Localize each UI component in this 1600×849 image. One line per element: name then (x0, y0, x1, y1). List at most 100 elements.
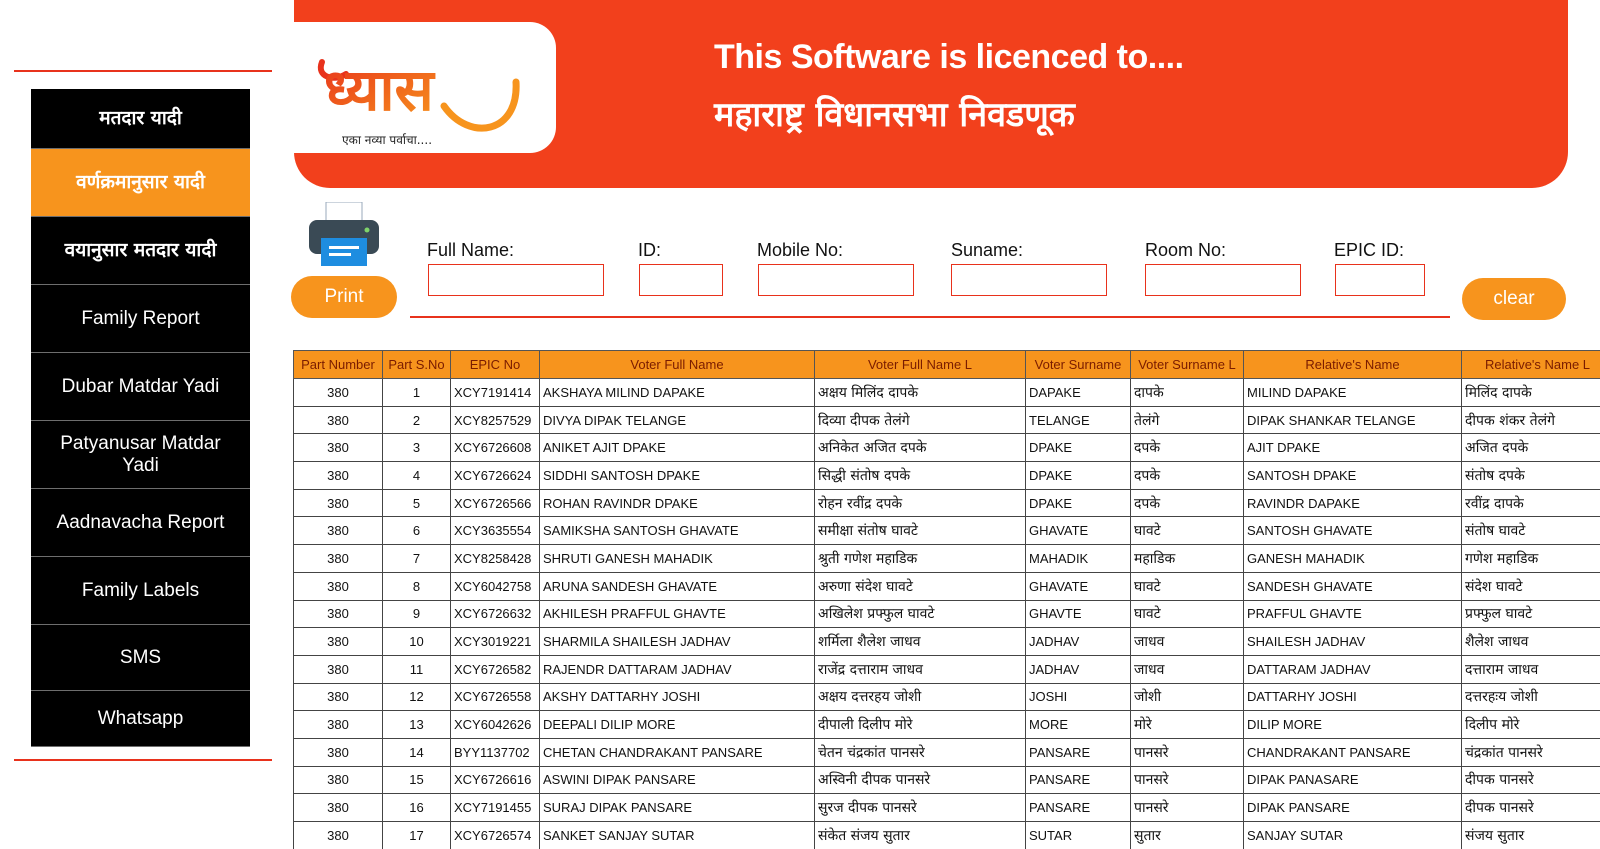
table-cell: 380 (293, 793, 383, 822)
table-cell: शैलेश जाधव (1461, 627, 1600, 656)
sidebar-item-vayanusar-matdar-yadi[interactable]: वयानुसार मतदार यादी (31, 217, 250, 285)
table-cell: रवींद्र दापके (1461, 488, 1600, 518)
table-cell: 1 (382, 378, 451, 407)
table-cell: ANIKET AJIT DPAKE (539, 433, 815, 463)
table-row[interactable]: 380 16 XCY7191455 SURAJ DIPAK PANSARE सुरज द… (293, 793, 1600, 822)
table-cell: दिलीप मोरे (1461, 710, 1600, 739)
table-cell: अक्षय मिलिंद दापके (814, 378, 1026, 407)
table-cell: BYY1137702 (450, 737, 540, 767)
table-cell: DAPAKE (1025, 378, 1131, 407)
table-row[interactable]: 380 4 XCY6726624 SIDDHI SANTOSH DPAKE सिद्धी… (293, 461, 1600, 490)
table-cell: संदेश घावटे (1461, 571, 1600, 601)
sidebar-item-sms[interactable]: SMS (31, 625, 250, 691)
table-cell: अखिलेश प्रफ्फुल घावटे (814, 599, 1026, 629)
table-cell: घावटे (1130, 516, 1244, 546)
surname-input[interactable] (951, 264, 1107, 296)
table-cell: XCY7191414 (450, 378, 540, 407)
table-cell: दीपक शंकर तेलंगे (1461, 405, 1600, 435)
table-cell: 380 (293, 765, 383, 795)
sidebar-item-matdar-yadi[interactable]: मतदार यादी (31, 89, 250, 149)
column-header[interactable]: Part Number (293, 350, 383, 379)
table-cell: 380 (293, 488, 383, 518)
mobile-input[interactable] (758, 264, 914, 296)
table-cell: PRAFFUL GHAVTE (1243, 599, 1462, 629)
id-input[interactable] (639, 264, 723, 296)
table-row[interactable]: 380 9 XCY6726632 AKHILESH PRAFFUL GHAVTE अखि… (293, 599, 1600, 629)
table-cell: 17 (382, 821, 451, 849)
table-row[interactable]: 380 11 XCY6726582 RAJENDR DATTARAM JADHAV रा… (293, 654, 1600, 684)
licensee-name: महाराष्ट्र विधानसभा निवडणूक (714, 95, 1075, 135)
sidebar-item-label: वर्णक्रमानुसार यादी (76, 171, 205, 193)
sidebar-item-family-report[interactable]: Family Report (31, 285, 250, 353)
printer-icon[interactable] (309, 201, 379, 268)
sidebar-item-whatsapp[interactable]: Whatsapp (31, 691, 250, 747)
table-cell: सुरज दीपक पानसरे (814, 793, 1026, 822)
table-cell: RAVINDR DAPAKE (1243, 488, 1462, 518)
column-header[interactable]: Relative's Name (1243, 350, 1462, 379)
table-cell: मिलिंद दापके (1461, 378, 1600, 407)
voter-table-container[interactable]: Part Number Part S.No EPIC No Voter Full Na… (293, 350, 1600, 849)
sidebar-item-patyanusar-matdar-yadi[interactable]: Patyanusar Matdar Yadi (31, 421, 250, 489)
table-cell: GANESH MAHADIK (1243, 544, 1462, 573)
mobile-label: Mobile No: (757, 240, 844, 260)
table-cell: 380 (293, 461, 383, 490)
table-row[interactable]: 380 10 XCY3019221 SHARMILA SHAILESH JADHAV श… (293, 627, 1600, 656)
table-cell: दपके (1130, 488, 1244, 518)
table-cell: राजेंद्र दत्ताराम जाधव (814, 654, 1026, 684)
logo-text: ध्यास (324, 56, 435, 124)
sidebar-item-varnakramanusar-yadi[interactable]: वर्णक्रमानुसार यादी (31, 149, 250, 217)
table-cell: 13 (382, 710, 451, 739)
table-row[interactable]: 380 5 XCY6726566 ROHAN RAVINDR DPAKE रोहन रव… (293, 488, 1600, 518)
sidebar-item-aadnavacha-report[interactable]: Aadnavacha Report (31, 489, 250, 557)
table-cell: अस्विनी दीपक पानसरे (814, 765, 1026, 795)
table-row[interactable]: 380 2 XCY8257529 DIVYA DIPAK TELANGE दिव्या … (293, 405, 1600, 435)
epic-input[interactable] (1335, 264, 1425, 296)
table-cell: 380 (293, 737, 383, 767)
column-header[interactable]: Voter Full Name (539, 350, 815, 379)
table-cell: 11 (382, 654, 451, 684)
sidebar-bottom-divider (14, 759, 272, 761)
print-button[interactable]: Print (291, 276, 397, 318)
table-cell: GHAVATE (1025, 516, 1131, 546)
table-cell: 14 (382, 737, 451, 767)
table-cell: DIPAK SHANKAR TELANGE (1243, 405, 1462, 435)
column-header[interactable]: Part S.No (382, 350, 451, 379)
table-cell: 380 (293, 627, 383, 656)
table-cell: सुतार (1130, 821, 1244, 849)
column-header[interactable]: Relative's Name L (1461, 350, 1600, 379)
table-cell: प्रफ्फुल घावटे (1461, 599, 1600, 629)
table-cell: XCY6726608 (450, 433, 540, 463)
table-row[interactable]: 380 3 XCY6726608 ANIKET AJIT DPAKE अनिकेत अज… (293, 433, 1600, 463)
table-row[interactable]: 380 17 XCY6726574 SANKET SANJAY SUTAR संकेत … (293, 821, 1600, 849)
column-header[interactable]: Voter Surname (1025, 350, 1131, 379)
table-row[interactable]: 380 14 BYY1137702 CHETAN CHANDRAKANT PANSAR… (293, 737, 1600, 767)
table-cell: AJIT DPAKE (1243, 433, 1462, 463)
table-row[interactable]: 380 15 XCY6726616 ASWINI DIPAK PANSARE अस्वि… (293, 765, 1600, 795)
table-cell: शर्मिला शैलेश जाधव (814, 627, 1026, 656)
table-cell: अक्षय दत्तरहय जोशी (814, 682, 1026, 712)
clear-button[interactable]: clear (1462, 278, 1566, 320)
table-row[interactable]: 380 13 XCY6042626 DEEPALI DILIP MORE दीपाली … (293, 710, 1600, 739)
table-cell: PANSARE (1025, 765, 1131, 795)
column-header[interactable]: Voter Full Name L (814, 350, 1026, 379)
table-row[interactable]: 380 7 XCY8258428 SHRUTI GANESH MAHADIK श्रुत… (293, 544, 1600, 573)
table-row[interactable]: 380 12 XCY6726558 AKSHY DATTARHY JOSHI अक्षय… (293, 682, 1600, 712)
full-name-input[interactable] (428, 264, 604, 296)
table-cell: ARUNA SANDESH GHAVATE (539, 571, 815, 601)
table-cell: GHAVTE (1025, 599, 1131, 629)
sidebar-item-label: मतदार यादी (99, 107, 182, 129)
table-cell: अनिकेत अजित दपके (814, 433, 1026, 463)
table-cell: तेलंगे (1130, 405, 1244, 435)
sidebar-item-family-labels[interactable]: Family Labels (31, 557, 250, 625)
table-row[interactable]: 380 6 XCY3635554 SAMIKSHA SANTOSH GHAVATE सम… (293, 516, 1600, 546)
table-row[interactable]: 380 1 XCY7191414 AKSHAYA MILIND DAPAKE अक्षय… (293, 378, 1600, 407)
sidebar-item-dubar-matdar-yadi[interactable]: Dubar Matdar Yadi (31, 353, 250, 421)
column-header[interactable]: EPIC No (450, 350, 540, 379)
column-header[interactable]: Voter Surname L (1130, 350, 1244, 379)
table-cell: संतोष दपके (1461, 461, 1600, 490)
id-label: ID: (638, 240, 662, 260)
table-cell: दपके (1130, 461, 1244, 490)
table-row[interactable]: 380 8 XCY6042758 ARUNA SANDESH GHAVATE अरुणा… (293, 571, 1600, 601)
table-cell: दीपाली दिलीप मोरे (814, 710, 1026, 739)
room-input[interactable] (1145, 264, 1301, 296)
